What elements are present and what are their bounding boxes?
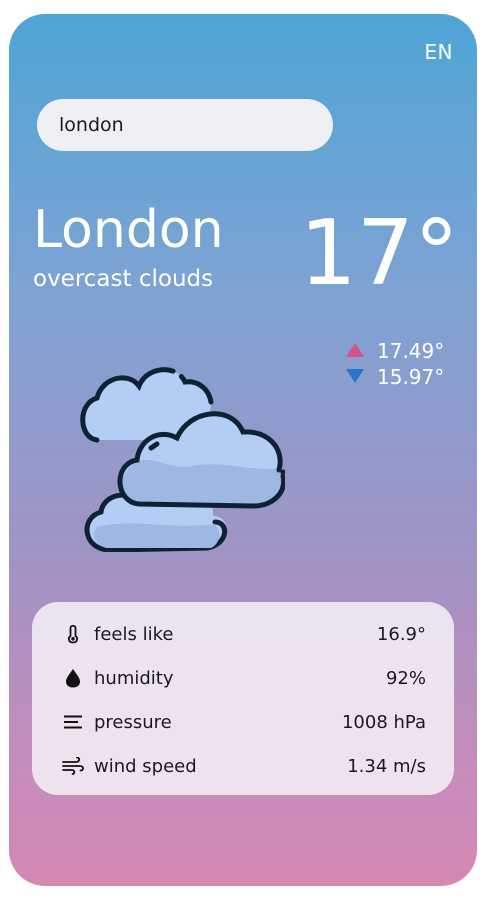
- city-name: London: [33, 200, 224, 260]
- weather-description: overcast clouds: [33, 266, 214, 292]
- detail-label: humidity: [94, 667, 174, 689]
- triangle-down-icon: [345, 365, 367, 389]
- triangle-up-icon: [345, 339, 367, 363]
- detail-value: 92%: [385, 667, 426, 689]
- weather-card: EN London overcast clouds 17° 17.49° 15.…: [9, 14, 477, 886]
- min-temperature: 15.97°: [377, 365, 445, 389]
- detail-value: 16.9°: [376, 623, 426, 645]
- detail-row-humidity: humidity 92%: [60, 656, 426, 700]
- detail-label: feels like: [94, 623, 174, 645]
- overcast-clouds-icon: [73, 352, 287, 553]
- current-temperature: 17°: [299, 201, 459, 306]
- detail-row-feels-like: feels like 16.9°: [60, 612, 426, 656]
- detail-row-wind-speed: wind speed 1.34 m/s: [60, 744, 426, 788]
- search-input[interactable]: [57, 113, 313, 137]
- search-box[interactable]: [37, 99, 333, 151]
- detail-value: 1.34 m/s: [347, 755, 426, 777]
- max-temp-row: 17.49°: [345, 338, 444, 364]
- water-drop-icon: [60, 667, 86, 689]
- min-temp-row: 15.97°: [345, 364, 444, 390]
- min-max-temperatures: 17.49° 15.97°: [345, 338, 444, 390]
- thermometer-icon: [60, 623, 86, 645]
- detail-value: 1008 hPa: [341, 711, 426, 733]
- detail-label: wind speed: [94, 755, 197, 777]
- pressure-lines-icon: [60, 711, 86, 733]
- weather-details-panel: feels like 16.9° humidity 92% pressure 1…: [32, 602, 454, 795]
- detail-row-pressure: pressure 1008 hPa: [60, 700, 426, 744]
- detail-label: pressure: [94, 711, 172, 733]
- max-temperature: 17.49°: [377, 339, 445, 363]
- language-toggle[interactable]: EN: [424, 40, 453, 64]
- wind-icon: [60, 755, 86, 777]
